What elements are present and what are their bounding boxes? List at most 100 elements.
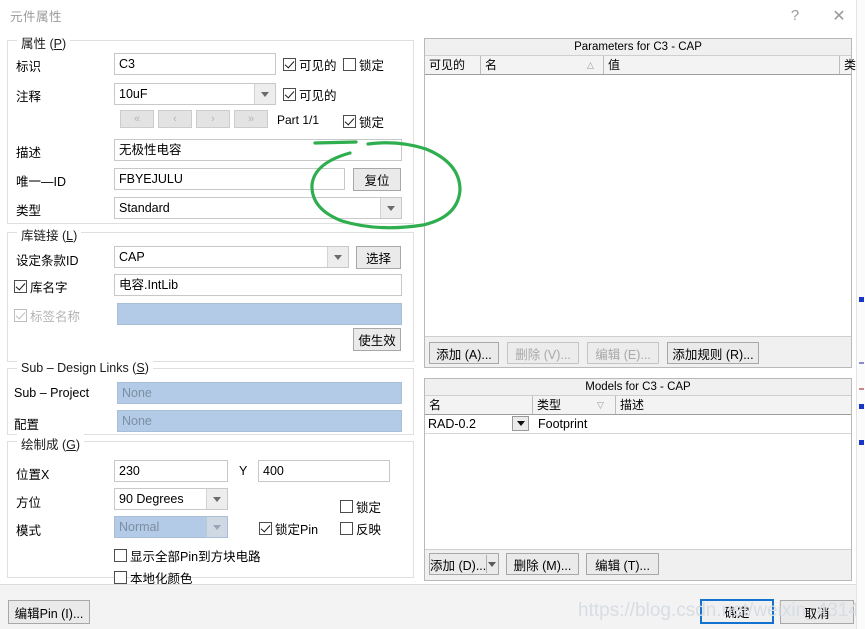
unique-id-label: 唯一—ID <box>16 175 67 189</box>
models-col-name[interactable]: 名 <box>425 396 532 414</box>
parameters-remove-button: 删除 (V)... <box>507 342 579 364</box>
chevron-down-icon <box>206 517 227 537</box>
unique-id-input[interactable]: FBYEJULU <box>114 168 345 190</box>
checkbox-box <box>114 549 127 562</box>
library-name-label: 库名字 <box>30 281 68 295</box>
designator-locked-checkbox[interactable]: 锁定 <box>343 55 384 74</box>
models-row-divider <box>425 433 851 434</box>
parameters-col-visible[interactable]: 可见的 <box>425 56 480 74</box>
chevron-down-icon[interactable] <box>487 561 498 567</box>
type-value: Standard <box>119 201 170 215</box>
location-x-input[interactable]: 230 <box>114 460 228 482</box>
part-last-button[interactable]: » <box>234 110 268 128</box>
validate-button[interactable]: 使生效 <box>353 328 401 351</box>
models-row-name-dropdown[interactable] <box>512 416 529 431</box>
cancel-button[interactable]: 取消 <box>780 600 854 624</box>
library-name-checkbox[interactable]: 库名字 <box>14 277 68 296</box>
designator-label: 标识 <box>16 60 42 74</box>
checkbox-box <box>14 309 27 322</box>
type-combobox[interactable]: Standard <box>114 197 402 219</box>
part-indicator: Part 1/1 <box>277 113 320 127</box>
sort-ascending-icon: △ <box>587 60 594 70</box>
models-edit-button[interactable]: 编辑 (T)... <box>586 553 659 575</box>
parameters-col-name[interactable]: 名 <box>480 56 603 74</box>
edit-pins-button[interactable]: 编辑Pin (I)... <box>8 600 90 624</box>
models-row-description <box>615 415 851 433</box>
models-remove-button[interactable]: 删除 (M)... <box>506 553 579 575</box>
checkbox-box <box>343 58 356 71</box>
checkbox-box <box>283 58 296 71</box>
parameters-panel: Parameters for C3 - CAP 可见的 名 △ 值 类型 <box>424 38 865 368</box>
mirrored-label: 反映 <box>356 523 382 537</box>
sub-project-input: None <box>117 382 402 404</box>
vault-name-input <box>117 303 402 325</box>
table-row[interactable]: RAD-0.2 Footprint <box>425 415 851 433</box>
location-y-input[interactable]: 400 <box>258 460 390 482</box>
type-label: 类型 <box>16 204 42 218</box>
models-row-type: Footprint <box>538 417 588 431</box>
edge-marker <box>859 388 864 390</box>
edge-marker <box>859 362 864 364</box>
designator-visible-checkbox[interactable]: 可见的 <box>283 55 337 74</box>
vault-name-checkbox: 标签名称 <box>14 306 80 325</box>
checkbox-box <box>340 500 353 513</box>
configuration-label: 配置 <box>14 418 40 432</box>
comment-visible-checkbox[interactable]: 可见的 <box>283 85 337 104</box>
part-locked-label: 锁定 <box>359 116 385 130</box>
component-properties-dialog: 元件属性 ? ✕ 属性 (P) 标识 C3 可见的 锁定 注释 10uF 可见的… <box>0 0 865 629</box>
orientation-combobox[interactable]: 90 Degrees <box>114 488 228 510</box>
mirrored-checkbox[interactable]: 反映 <box>340 519 381 538</box>
help-icon[interactable]: ? <box>773 0 817 31</box>
sub-project-label: Sub – Project <box>14 386 90 400</box>
library-link-group-label: 库链接 (L) <box>17 225 82 244</box>
design-item-id-combobox[interactable]: CAP <box>114 246 349 268</box>
designator-locked-label: 锁定 <box>359 59 385 73</box>
models-panel: Models for C3 - CAP 名 类型 ▽ 描述 RAD-0.2 Fo… <box>424 378 852 581</box>
comment-visible-label: 可见的 <box>299 89 337 103</box>
checkbox-box <box>340 522 353 535</box>
chevron-down-icon[interactable] <box>254 84 275 104</box>
parameters-rows-area[interactable] <box>425 75 851 337</box>
part-next-button[interactable]: › <box>196 110 230 128</box>
parameters-header: 可见的 名 △ 值 类型 <box>425 56 865 75</box>
designator-input[interactable]: C3 <box>114 53 276 75</box>
edge-marker <box>859 404 864 409</box>
models-col-description[interactable]: 描述 <box>615 396 851 414</box>
comment-combobox[interactable]: 10uF <box>114 83 276 105</box>
mode-label: 模式 <box>16 524 42 538</box>
parameters-col-value[interactable]: 值 <box>603 56 839 74</box>
part-locked-checkbox[interactable]: 锁定 <box>343 112 384 131</box>
mode-combobox: Normal <box>114 516 228 538</box>
close-icon[interactable]: ✕ <box>817 0 861 31</box>
reset-button[interactable]: 复位 <box>353 168 401 191</box>
chevron-down-icon[interactable] <box>327 247 348 267</box>
library-name-input[interactable]: 电容.IntLib <box>114 274 402 296</box>
checkbox-box <box>114 571 127 584</box>
description-label: 描述 <box>16 146 42 160</box>
checkbox-box <box>343 115 356 128</box>
chevron-down-icon[interactable] <box>380 198 401 218</box>
chevron-down-icon[interactable] <box>206 489 227 509</box>
parameters-caption: Parameters for C3 - CAP <box>425 39 851 56</box>
parameters-add-rule-button[interactable]: 添加规则 (R)... <box>667 342 759 364</box>
checkbox-box <box>283 88 296 101</box>
ok-button[interactable]: 确定 <box>700 599 774 624</box>
part-prev-button[interactable]: ‹ <box>158 110 192 128</box>
location-y-label: Y <box>239 464 248 478</box>
pin-locked-checkbox[interactable]: 锁定Pin <box>259 519 318 538</box>
show-all-pins-checkbox[interactable]: 显示全部Pin到方块电路 <box>114 546 261 565</box>
choose-button[interactable]: 选择 <box>356 246 401 269</box>
sort-descending-icon: ▽ <box>597 400 604 410</box>
design-item-id-value: CAP <box>119 250 145 264</box>
models-add-button[interactable]: 添加 (D)... <box>429 553 499 575</box>
mode-value: Normal <box>119 520 160 534</box>
checkbox-box <box>14 280 27 293</box>
locked-checkbox[interactable]: 锁定 <box>340 497 381 516</box>
parameters-add-button[interactable]: 添加 (A)... <box>429 342 499 364</box>
page-right-edge <box>856 0 865 629</box>
configuration-input: None <box>117 410 402 432</box>
part-first-button[interactable]: « <box>120 110 154 128</box>
models-caption: Models for C3 - CAP <box>425 379 851 396</box>
edge-marker <box>859 440 864 445</box>
description-input[interactable]: 无极性电容 <box>114 139 402 161</box>
